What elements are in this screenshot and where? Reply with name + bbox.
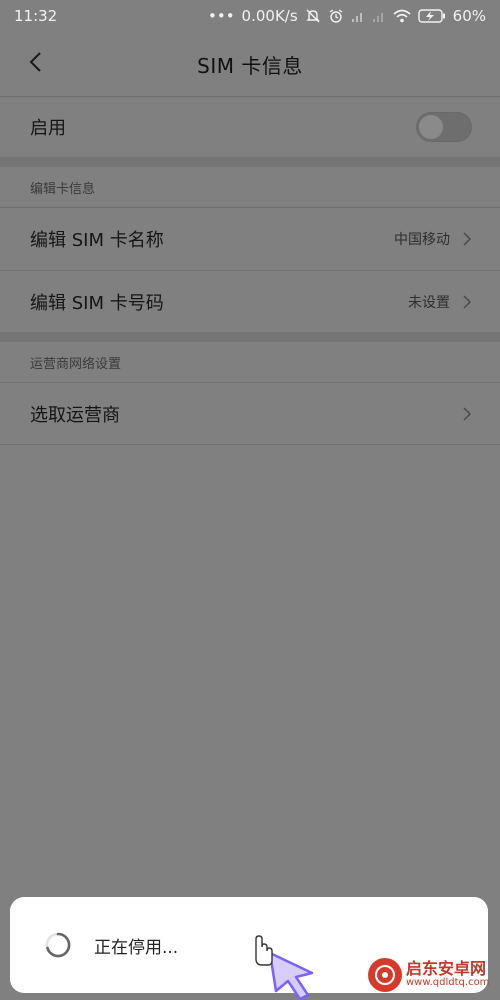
section-gap [0,332,500,342]
toast-text: 正在停用... [94,937,179,958]
row-value: 中国移动 [394,232,450,248]
select-carrier-row[interactable]: 选取运营商 [0,383,500,444]
watermark-name: 启东安卓网 [406,959,487,979]
signal-icon [351,9,365,23]
page-header: SIM 卡信息 [0,32,500,96]
network-speed: 0.00K/s [241,7,298,25]
back-button[interactable] [20,48,52,80]
alarm-icon [328,8,344,24]
enable-row[interactable]: 启用 [0,97,500,157]
chevron-right-icon [462,231,472,247]
status-time: 11:32 [14,7,58,25]
status-icons: ••• 0.00K/s 60% [208,7,486,25]
chevron-right-icon [462,294,472,310]
enable-toggle[interactable] [416,112,472,142]
page-title: SIM 卡信息 [197,53,303,78]
watermark: 启东安卓网 www.qdldtq.com [368,958,489,992]
status-bar: 11:32 ••• 0.00K/s 60% [0,0,500,32]
row-label: 选取运营商 [30,404,120,426]
edit-sim-number-row[interactable]: 编辑 SIM 卡号码 未设置 [0,271,500,332]
edit-sim-name-row[interactable]: 编辑 SIM 卡名称 中国移动 [0,208,500,270]
status-dots: ••• [208,7,235,25]
section-header-carrier: 运营商网络设置 [30,356,122,372]
enable-label: 启用 [30,118,66,139]
chevron-right-icon [462,406,472,422]
loading-spinner-icon [44,931,72,959]
watermark-url: www.qdldtq.com [406,977,490,989]
row-label: 编辑 SIM 卡号码 [30,292,164,314]
row-right: 未设置 [408,292,472,312]
battery-charging-icon [417,9,446,23]
back-arrow-icon [28,50,44,78]
row-right [462,406,472,422]
hand-pointer-icon [248,935,328,1000]
wifi-icon [393,9,411,23]
row-label: 编辑 SIM 卡名称 [30,230,164,251]
signal-icon-2 [372,9,386,23]
watermark-logo-icon [368,958,402,992]
screen: 11:32 ••• 0.00K/s 60% SIM 卡信息 启用 编辑卡信息 编… [0,0,500,1000]
toggle-knob [419,115,443,139]
mute-icon [305,8,321,24]
divider [0,444,500,445]
row-value: 未设置 [408,294,450,311]
row-right: 中国移动 [394,229,472,249]
watermark-text: 启东安卓网 www.qdldtq.com [406,961,489,988]
battery-percent: 60% [452,7,486,25]
section-gap [0,157,500,167]
section-header-edit: 编辑卡信息 [30,181,96,197]
